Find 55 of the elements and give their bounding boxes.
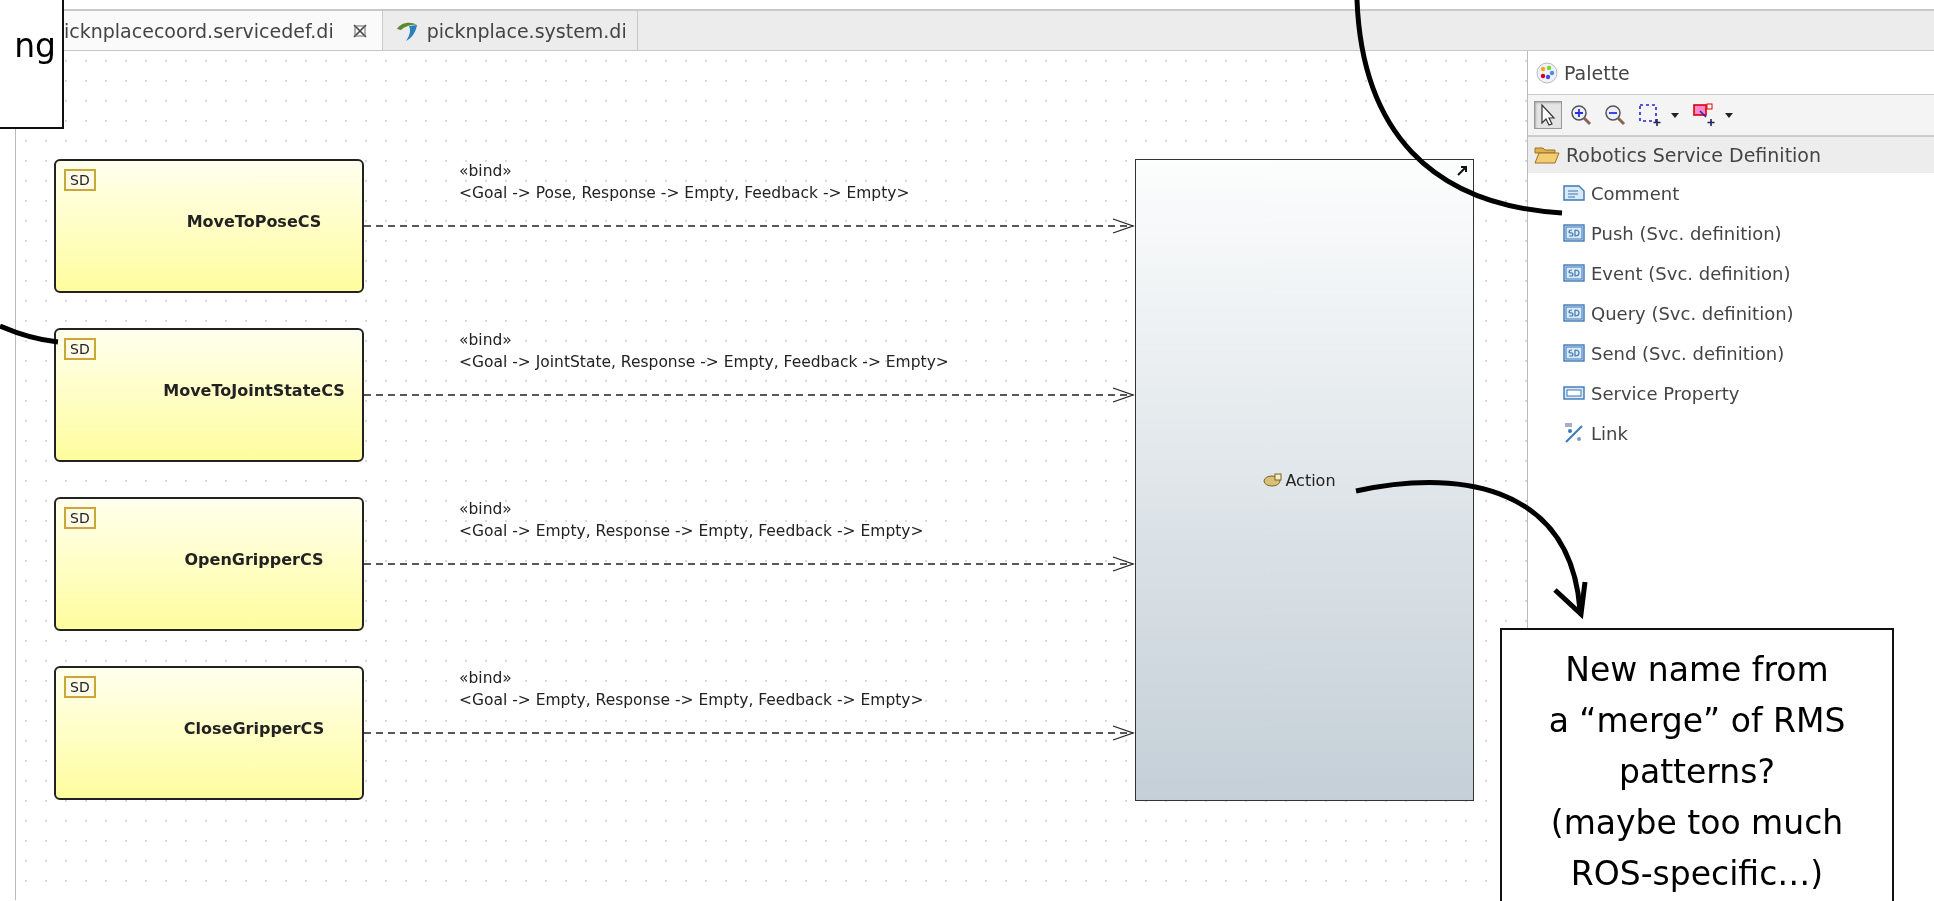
- definition-icon: [1563, 224, 1585, 242]
- link-icon: [1563, 422, 1585, 444]
- node-name: CloseGripperCS: [183, 718, 325, 738]
- palette-item[interactable]: Query (Svc. definition): [1528, 293, 1934, 333]
- callout-text: ROS-specific…): [1570, 853, 1824, 895]
- connection-icon: [1692, 103, 1716, 127]
- annotation-curve: [0, 323, 59, 345]
- callout-text: (maybe too much: [1550, 802, 1844, 844]
- binding-label: <Goal -> Empty, Response -> Empty, Feedback -> Empty>: [459, 522, 924, 540]
- stereotype-badge: SD: [64, 676, 96, 698]
- property-icon: [1563, 384, 1585, 402]
- stereotype-badge: SD: [64, 338, 96, 360]
- palette-drawer[interactable]: Robotics Service Definition: [1528, 137, 1934, 173]
- zoom-in-icon: [1570, 104, 1592, 126]
- definition-icon: [1563, 344, 1585, 362]
- editor-tab[interactable]: picknplace.system.di: [382, 11, 638, 50]
- folder-icon: [1534, 145, 1560, 165]
- callout-text: patterns?: [1619, 751, 1775, 793]
- binding-label: <Goal -> Pose, Response -> Empty, Feedback -> Empty>: [459, 184, 910, 202]
- palette-title: Palette: [1564, 61, 1630, 84]
- zoom-out-icon: [1604, 104, 1626, 126]
- close-icon[interactable]: [351, 22, 368, 39]
- caret-icon: [1670, 111, 1680, 119]
- palette-icon: [1536, 61, 1558, 84]
- editor-tab[interactable]: icknplacecoord.servicedef.di: [64, 11, 383, 50]
- action-icon: [1263, 473, 1284, 487]
- node-name: MoveToPoseCS: [186, 211, 322, 231]
- palette-item[interactable]: Push (Svc. definition): [1528, 213, 1934, 253]
- definition-icon: [1563, 304, 1585, 322]
- palette-item[interactable]: Send (Svc. definition): [1528, 333, 1934, 373]
- binding-label: <Goal -> Empty, Response -> Empty, Feedback -> Empty>: [459, 691, 924, 709]
- stereotype-label: «bind»: [459, 331, 512, 349]
- palette-item[interactable]: Link: [1528, 413, 1934, 453]
- resize-icon[interactable]: [1455, 164, 1469, 178]
- stereotype-badge: SD: [64, 507, 96, 529]
- caret-icon: [1724, 111, 1734, 119]
- node-name: Action: [1285, 470, 1336, 490]
- callout-text: a “merge” of RMS: [1548, 700, 1846, 742]
- definition-icon: [1563, 264, 1585, 282]
- marquee-icon: [1638, 103, 1662, 127]
- comment-icon: [1563, 184, 1585, 202]
- palette-item[interactable]: Comment: [1528, 173, 1934, 213]
- callout-text: ng: [14, 25, 56, 67]
- node-name: OpenGripperCS: [184, 549, 324, 569]
- pointer-icon: [1538, 103, 1558, 127]
- palette-item[interactable]: Event (Svc. definition): [1528, 253, 1934, 293]
- binding-label: <Goal -> JointState, Response -> Empty, Feedback -> Empty>: [459, 353, 949, 371]
- node-name: MoveToJointStateCS: [163, 380, 345, 400]
- stereotype-label: «bind»: [459, 669, 512, 687]
- stereotype-label: «bind»: [459, 162, 512, 180]
- select-tool[interactable]: [1534, 101, 1562, 129]
- callout-text: New name from: [1565, 649, 1829, 691]
- palette-item[interactable]: Service Property: [1528, 373, 1934, 413]
- stereotype-badge: SD: [64, 169, 96, 191]
- stereotype-label: «bind»: [459, 500, 512, 518]
